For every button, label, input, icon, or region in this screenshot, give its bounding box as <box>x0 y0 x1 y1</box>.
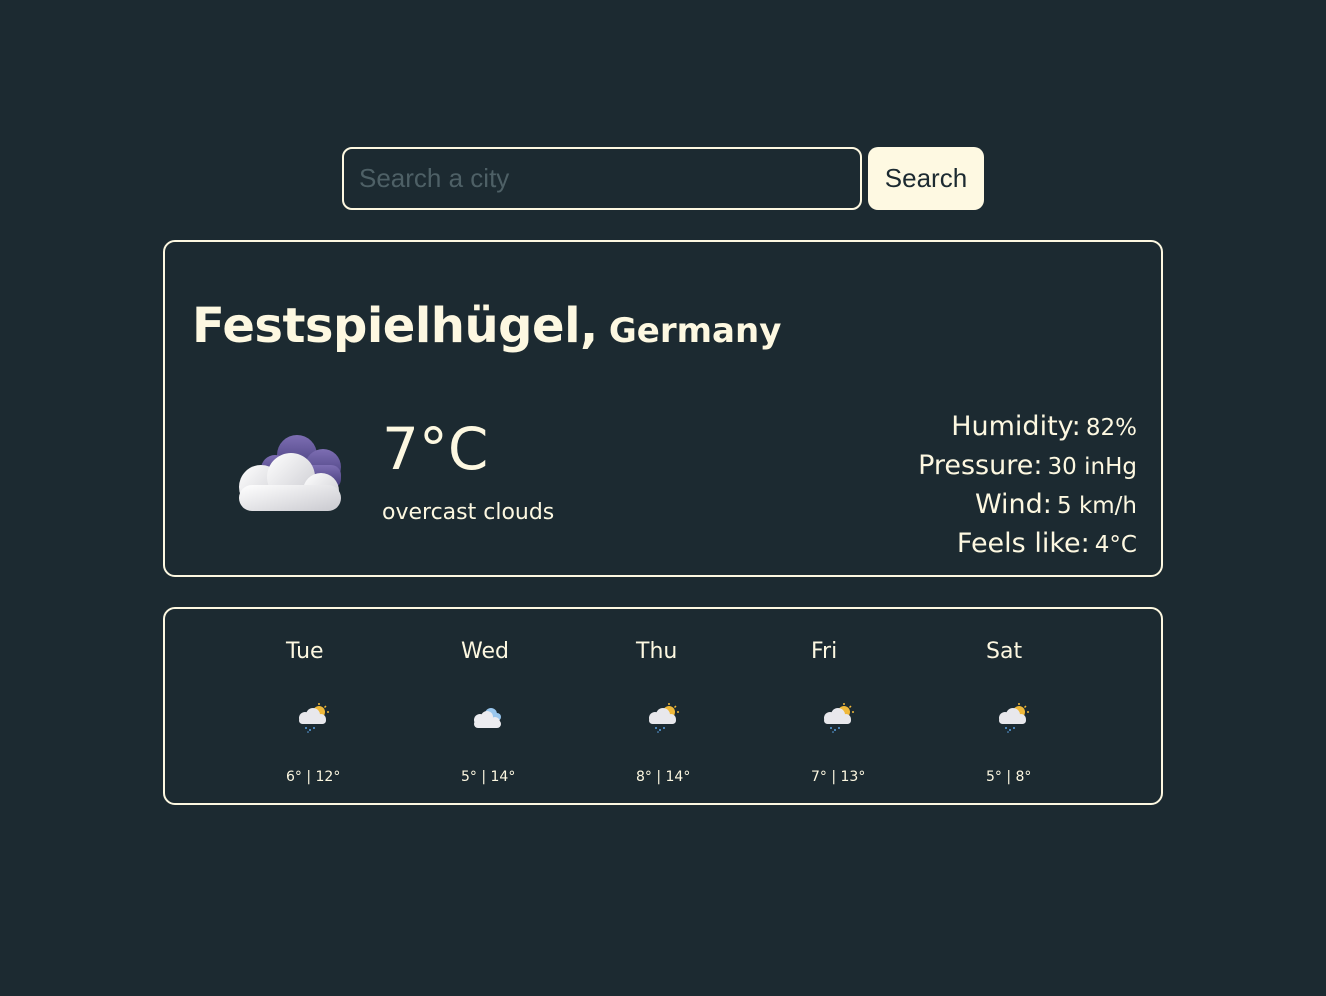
pressure-value: 30 inHg <box>1047 454 1137 480</box>
search-input[interactable] <box>342 147 862 210</box>
forecast-day-name: Fri <box>811 639 838 664</box>
sun-rain-cloud-icon <box>644 703 680 733</box>
sun-rain-cloud-icon <box>994 703 1030 733</box>
forecast-day-name: Sat <box>986 639 1023 664</box>
location-heading: Festspielhügel, Germany <box>192 298 781 354</box>
forecast-temps: 5° | 8° <box>986 769 1032 785</box>
sun-rain-cloud-icon <box>294 703 330 733</box>
forecast-day-name: Tue <box>286 639 324 664</box>
forecast-day-name: Thu <box>636 639 678 664</box>
city-name: Festspielhügel, <box>192 298 598 354</box>
forecast-temps: 5° | 14° <box>461 769 516 785</box>
wind-row: Wind: 5 km/h <box>918 487 1137 526</box>
humidity-value: 82% <box>1085 415 1137 441</box>
sun-rain-cloud-icon <box>819 703 855 733</box>
forecast-temps: 6° | 12° <box>286 769 341 785</box>
feels-like-value: 4°C <box>1094 532 1137 558</box>
wind-value: 5 km/h <box>1057 493 1137 519</box>
forecast-day-name: Wed <box>461 639 509 664</box>
cloud-icon <box>469 703 505 733</box>
search-button[interactable]: Search <box>868 147 984 210</box>
current-temperature: 7°C <box>382 415 489 483</box>
humidity-row: Humidity: 82% <box>918 409 1137 448</box>
feels-like-label: Feels like: <box>956 528 1090 559</box>
humidity-label: Humidity: <box>951 411 1081 442</box>
overcast-clouds-icon <box>225 427 349 517</box>
forecast-card: Tue 6° | 12° Wed 5° | 14° Thu 8° | 14° F… <box>163 607 1163 805</box>
weather-details: Humidity: 82% Pressure: 30 inHg Wind: 5 … <box>918 409 1137 565</box>
pressure-row: Pressure: 30 inHg <box>918 448 1137 487</box>
search-bar: Search <box>342 147 984 210</box>
feels-like-row: Feels like: 4°C <box>918 526 1137 565</box>
wind-label: Wind: <box>974 489 1052 520</box>
forecast-temps: 8° | 14° <box>636 769 691 785</box>
pressure-label: Pressure: <box>918 450 1043 481</box>
forecast-temps: 7° | 13° <box>811 769 866 785</box>
country-name: Germany <box>608 311 782 351</box>
current-weather-card: Festspielhügel, Germany 7°C overcast clo… <box>163 240 1163 577</box>
weather-description: overcast clouds <box>382 500 555 525</box>
